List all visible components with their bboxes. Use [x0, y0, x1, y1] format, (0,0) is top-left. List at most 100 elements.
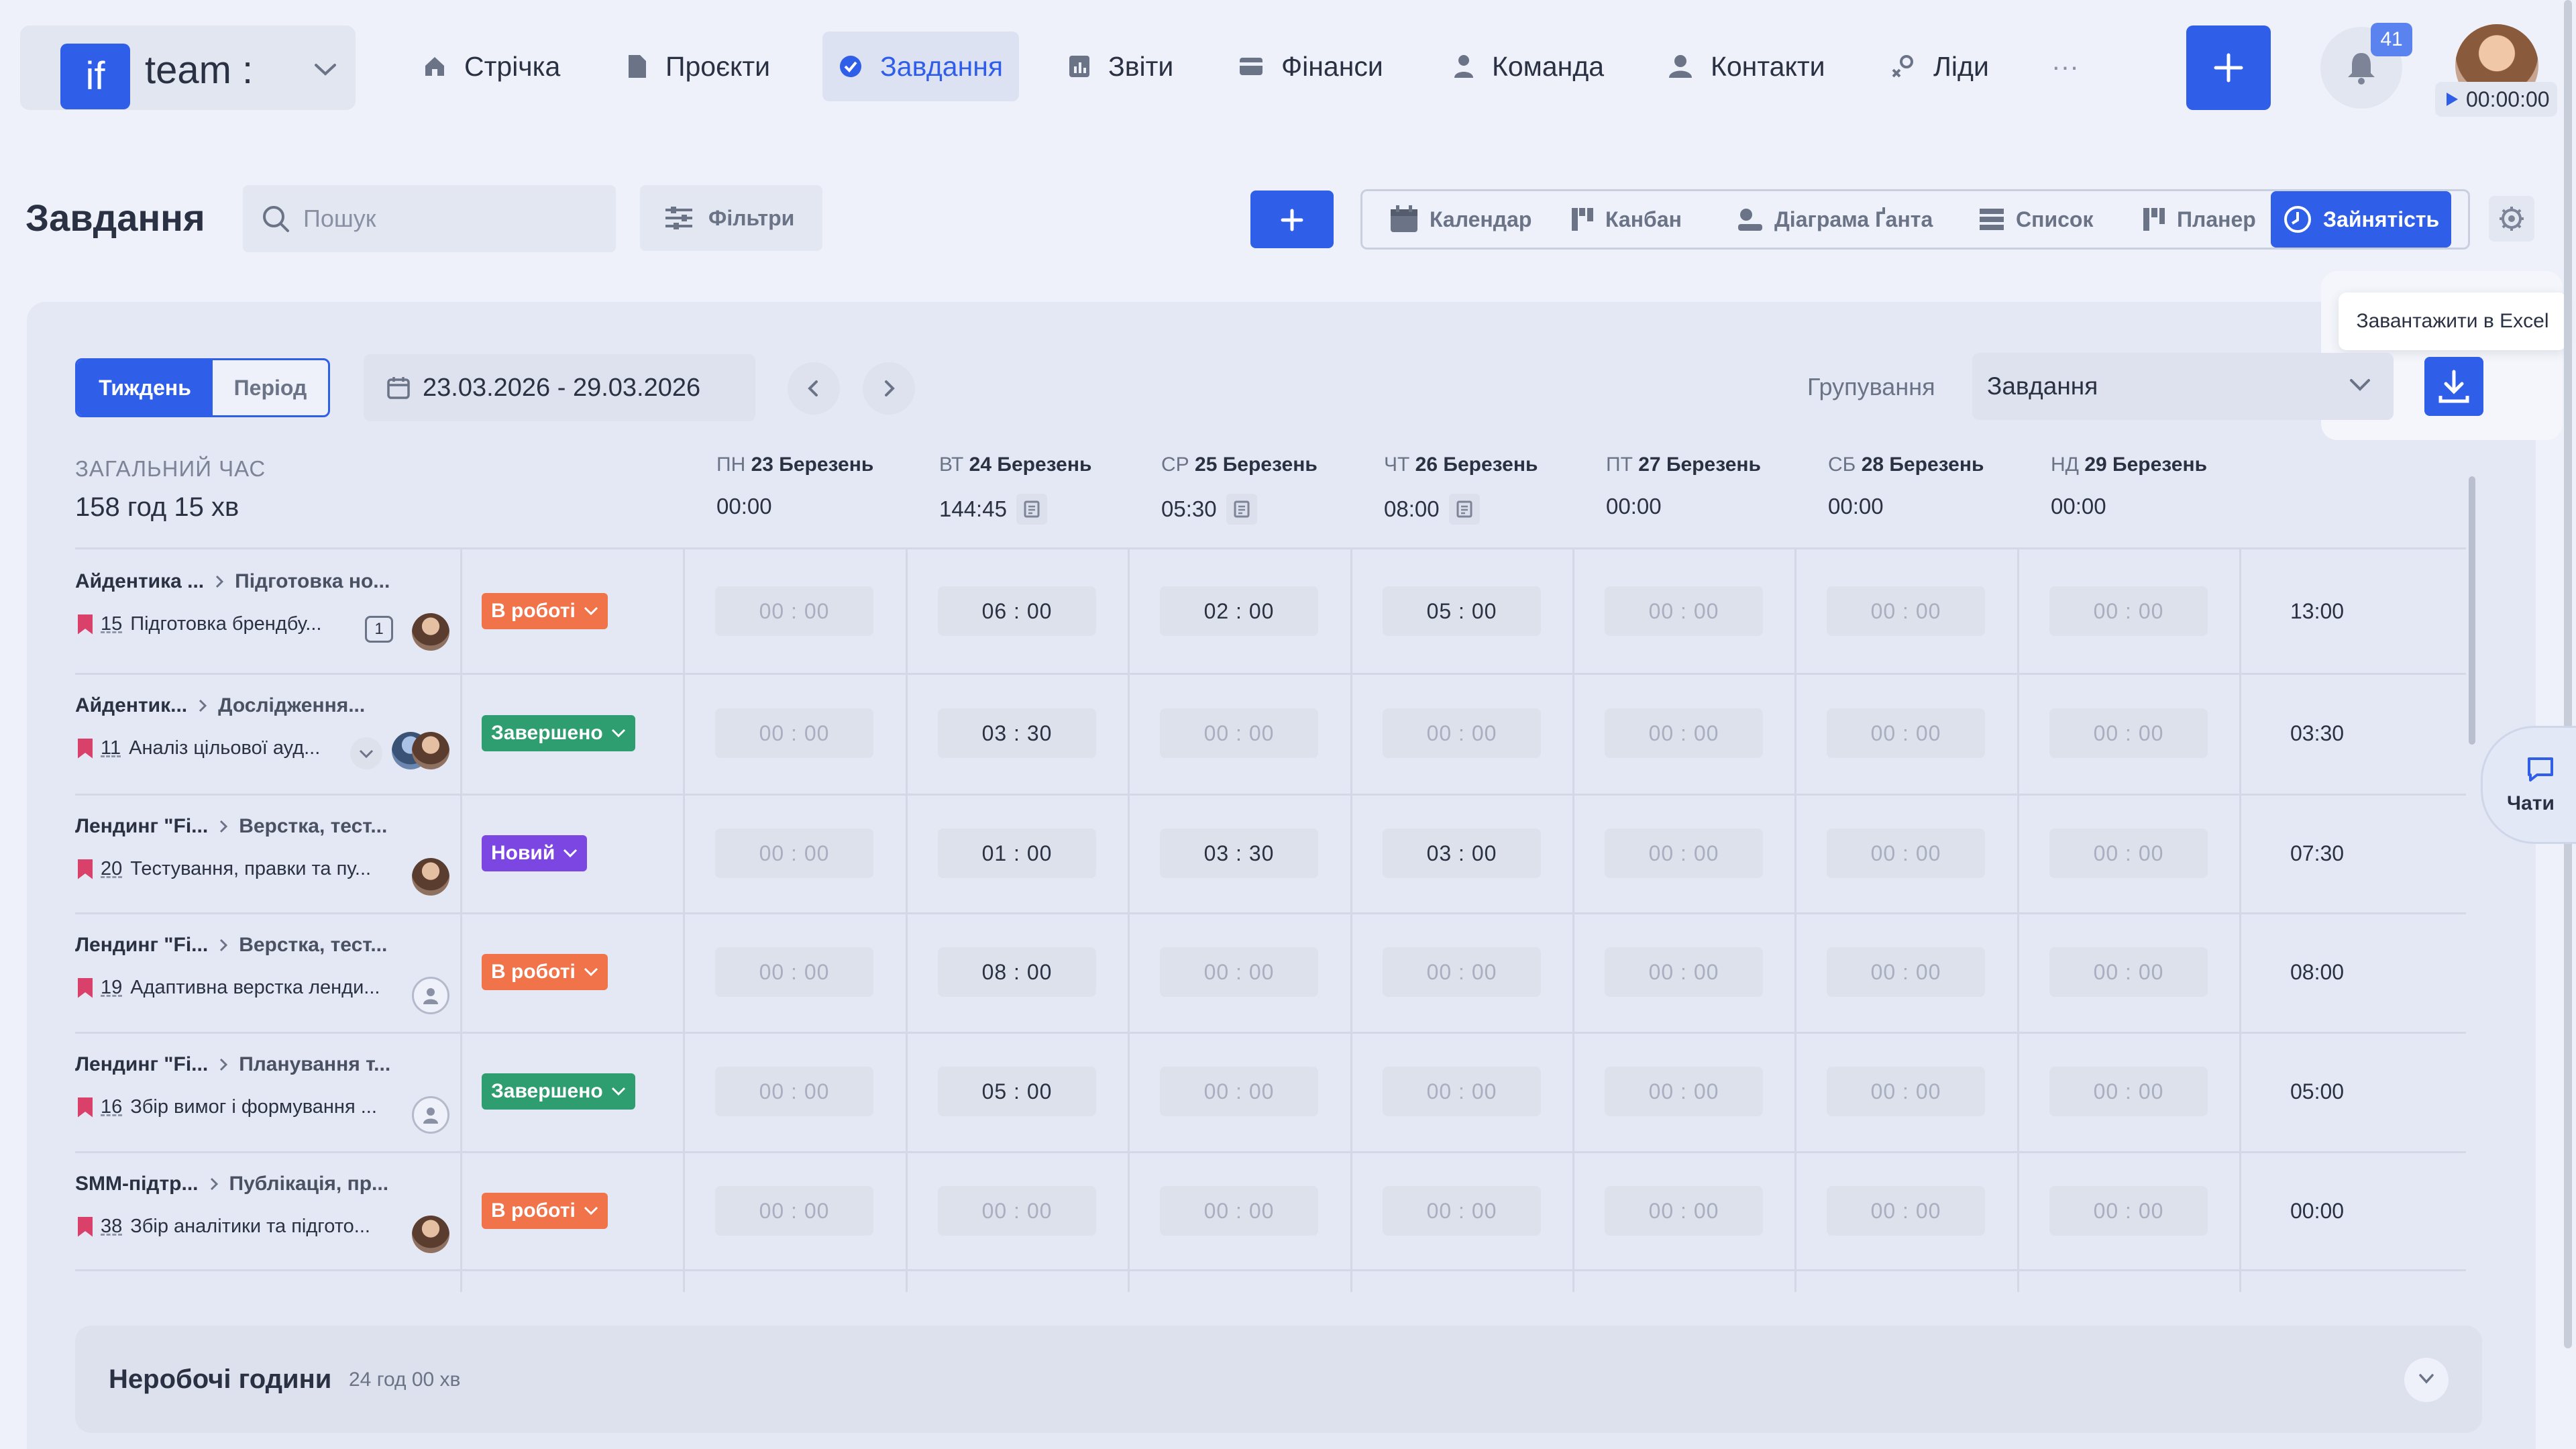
time-cell[interactable]: 01 : 00 — [938, 828, 1096, 878]
task-title[interactable]: Підготовка брендбу... — [130, 613, 321, 635]
time-cell[interactable]: 03 : 30 — [938, 708, 1096, 758]
time-cell[interactable]: 00 : 00 — [715, 828, 873, 878]
task-breadcrumb[interactable]: Айдентик... Дослідження... — [75, 694, 365, 717]
time-cell[interactable]: 00 : 00 — [1605, 586, 1763, 636]
table-scrollbar[interactable] — [2469, 476, 2475, 745]
time-cell[interactable]: 00 : 00 — [715, 1067, 873, 1116]
time-cell[interactable]: 00 : 00 — [1383, 1186, 1541, 1236]
assignee-avatar[interactable] — [412, 1216, 449, 1253]
view-calendar[interactable]: Календар — [1377, 191, 1544, 248]
note-icon[interactable] — [1016, 494, 1047, 525]
stage-name[interactable]: Публікація, пр... — [229, 1173, 389, 1195]
project-name[interactable]: Лендинг "Fi... — [75, 1053, 208, 1076]
time-cell[interactable]: 06 : 00 — [938, 586, 1096, 636]
time-cell[interactable]: 00 : 00 — [938, 1186, 1096, 1236]
filters-button[interactable]: Фільтри — [640, 185, 822, 251]
note-icon[interactable] — [1448, 494, 1480, 525]
unassigned-avatar[interactable] — [412, 1096, 449, 1134]
time-cell[interactable]: 02 : 00 — [1160, 586, 1318, 636]
unassigned-avatar[interactable] — [412, 977, 449, 1014]
time-cell[interactable]: 08 : 00 — [938, 947, 1096, 997]
status-dropdown[interactable]: В роботі — [482, 1193, 608, 1229]
next-week-button[interactable] — [863, 362, 915, 415]
stage-name[interactable]: Підготовка но... — [235, 570, 390, 593]
time-cell[interactable]: 00 : 00 — [715, 708, 873, 758]
nav-item-team[interactable]: Команда — [1437, 32, 1620, 101]
project-name[interactable]: Айдентика ... — [75, 570, 204, 593]
status-dropdown[interactable]: В роботі — [482, 592, 608, 629]
period-mode-button[interactable]: Період — [213, 360, 328, 415]
assignee-avatar[interactable] — [412, 858, 449, 896]
time-cell[interactable]: 00 : 00 — [1827, 828, 1985, 878]
time-cell[interactable]: 00 : 00 — [1605, 708, 1763, 758]
task-breadcrumb[interactable]: SMM-підтр... Публікація, пр... — [75, 1173, 388, 1195]
project-name[interactable]: Лендинг "Fi... — [75, 934, 208, 957]
stage-name[interactable]: Планування т... — [239, 1053, 390, 1076]
nav-item-finance[interactable]: Фінанси — [1222, 32, 1399, 101]
chats-button[interactable]: Чати — [2481, 726, 2576, 844]
time-cell[interactable]: 00 : 00 — [1160, 1067, 1318, 1116]
time-cell[interactable]: 00 : 00 — [2049, 586, 2208, 636]
time-cell[interactable]: 00 : 00 — [1160, 947, 1318, 997]
project-name[interactable]: SMM-підтр... — [75, 1173, 199, 1195]
nav-item-contacts[interactable]: Контакти — [1652, 32, 1841, 101]
time-cell[interactable]: 00 : 00 — [1383, 947, 1541, 997]
nav-item-tasks[interactable]: Завдання — [822, 32, 1020, 101]
grouping-select[interactable]: Завдання — [1972, 353, 2394, 420]
task-title[interactable]: Адаптивна верстка ленди... — [130, 977, 380, 999]
task-line[interactable]: 11 Аналіз цільової ауд... — [78, 737, 320, 759]
time-cell[interactable]: 03 : 30 — [1160, 828, 1318, 878]
time-cell[interactable]: 00 : 00 — [1383, 1067, 1541, 1116]
status-dropdown[interactable]: В роботі — [482, 954, 608, 990]
stage-name[interactable]: Верстка, тест... — [239, 934, 387, 957]
download-excel-button[interactable] — [2424, 357, 2483, 416]
off-hours-section[interactable]: Неробочі години 24 год 00 хв — [75, 1326, 2482, 1433]
view-list[interactable]: Список — [1966, 191, 2105, 248]
time-cell[interactable]: 03 : 00 — [1383, 828, 1541, 878]
task-title[interactable]: Тестування, правки та пу... — [130, 858, 371, 880]
task-breadcrumb[interactable]: Лендинг "Fi... Планування т... — [75, 1053, 390, 1076]
search-field[interactable] — [243, 185, 616, 252]
time-cell[interactable]: 00 : 00 — [2049, 947, 2208, 997]
task-breadcrumb[interactable]: Лендинг "Fi... Верстка, тест... — [75, 934, 387, 957]
task-line[interactable]: 38 Збір аналітики та підгото... — [78, 1216, 370, 1238]
time-cell[interactable]: 00 : 00 — [1383, 708, 1541, 758]
time-cell[interactable]: 00 : 00 — [2049, 828, 2208, 878]
time-cell[interactable]: 00 : 00 — [2049, 1186, 2208, 1236]
time-cell[interactable]: 00 : 00 — [715, 947, 873, 997]
view-gantt[interactable]: Діаграма Ґанта — [1725, 191, 1945, 248]
time-cell[interactable]: 05 : 00 — [938, 1067, 1096, 1116]
time-cell[interactable]: 00 : 00 — [1827, 586, 1985, 636]
task-breadcrumb[interactable]: Айдентика ... Підготовка но... — [75, 570, 390, 593]
time-cell[interactable]: 00 : 00 — [2049, 1067, 2208, 1116]
view-planner[interactable]: Планер — [2130, 191, 2268, 248]
search-input[interactable] — [303, 205, 585, 233]
time-cell[interactable]: 00 : 00 — [2049, 708, 2208, 758]
time-cell[interactable]: 00 : 00 — [1160, 708, 1318, 758]
note-icon[interactable] — [1226, 494, 1257, 525]
assignee-avatar[interactable] — [412, 613, 449, 651]
time-cell[interactable]: 00 : 00 — [1827, 708, 1985, 758]
create-button[interactable] — [2186, 25, 2271, 110]
status-dropdown[interactable]: Завершено — [482, 1073, 635, 1110]
prev-week-button[interactable] — [788, 362, 840, 415]
project-name[interactable]: Лендинг "Fi... — [75, 815, 208, 838]
time-cell[interactable]: 00 : 00 — [1160, 1186, 1318, 1236]
time-cell[interactable]: 05 : 00 — [1383, 586, 1541, 636]
task-line[interactable]: 19 Адаптивна верстка ленди... — [78, 977, 380, 999]
time-cell[interactable]: 00 : 00 — [1827, 1067, 1985, 1116]
expand-assignees-button[interactable] — [350, 737, 382, 769]
time-cell[interactable]: 00 : 00 — [1605, 1186, 1763, 1236]
workspace-switcher[interactable]: if team : — [20, 25, 356, 110]
time-tracker[interactable]: 00:00:00 — [2435, 82, 2557, 117]
stage-name[interactable]: Верстка, тест... — [239, 815, 387, 838]
time-cell[interactable]: 00 : 00 — [715, 586, 873, 636]
task-line[interactable]: 16 Збір вимог і формування ... — [78, 1096, 377, 1118]
subtask-count-badge[interactable]: 1 — [365, 616, 393, 643]
time-cell[interactable]: 00 : 00 — [1605, 828, 1763, 878]
stage-name[interactable]: Дослідження... — [218, 694, 365, 717]
page-scrollbar[interactable] — [2564, 0, 2572, 1348]
view-kanban[interactable]: Канбан — [1558, 191, 1694, 248]
nav-item-leads[interactable]: Ліди — [1874, 32, 2005, 101]
task-breadcrumb[interactable]: Лендинг "Fi... Верстка, тест... — [75, 815, 387, 838]
